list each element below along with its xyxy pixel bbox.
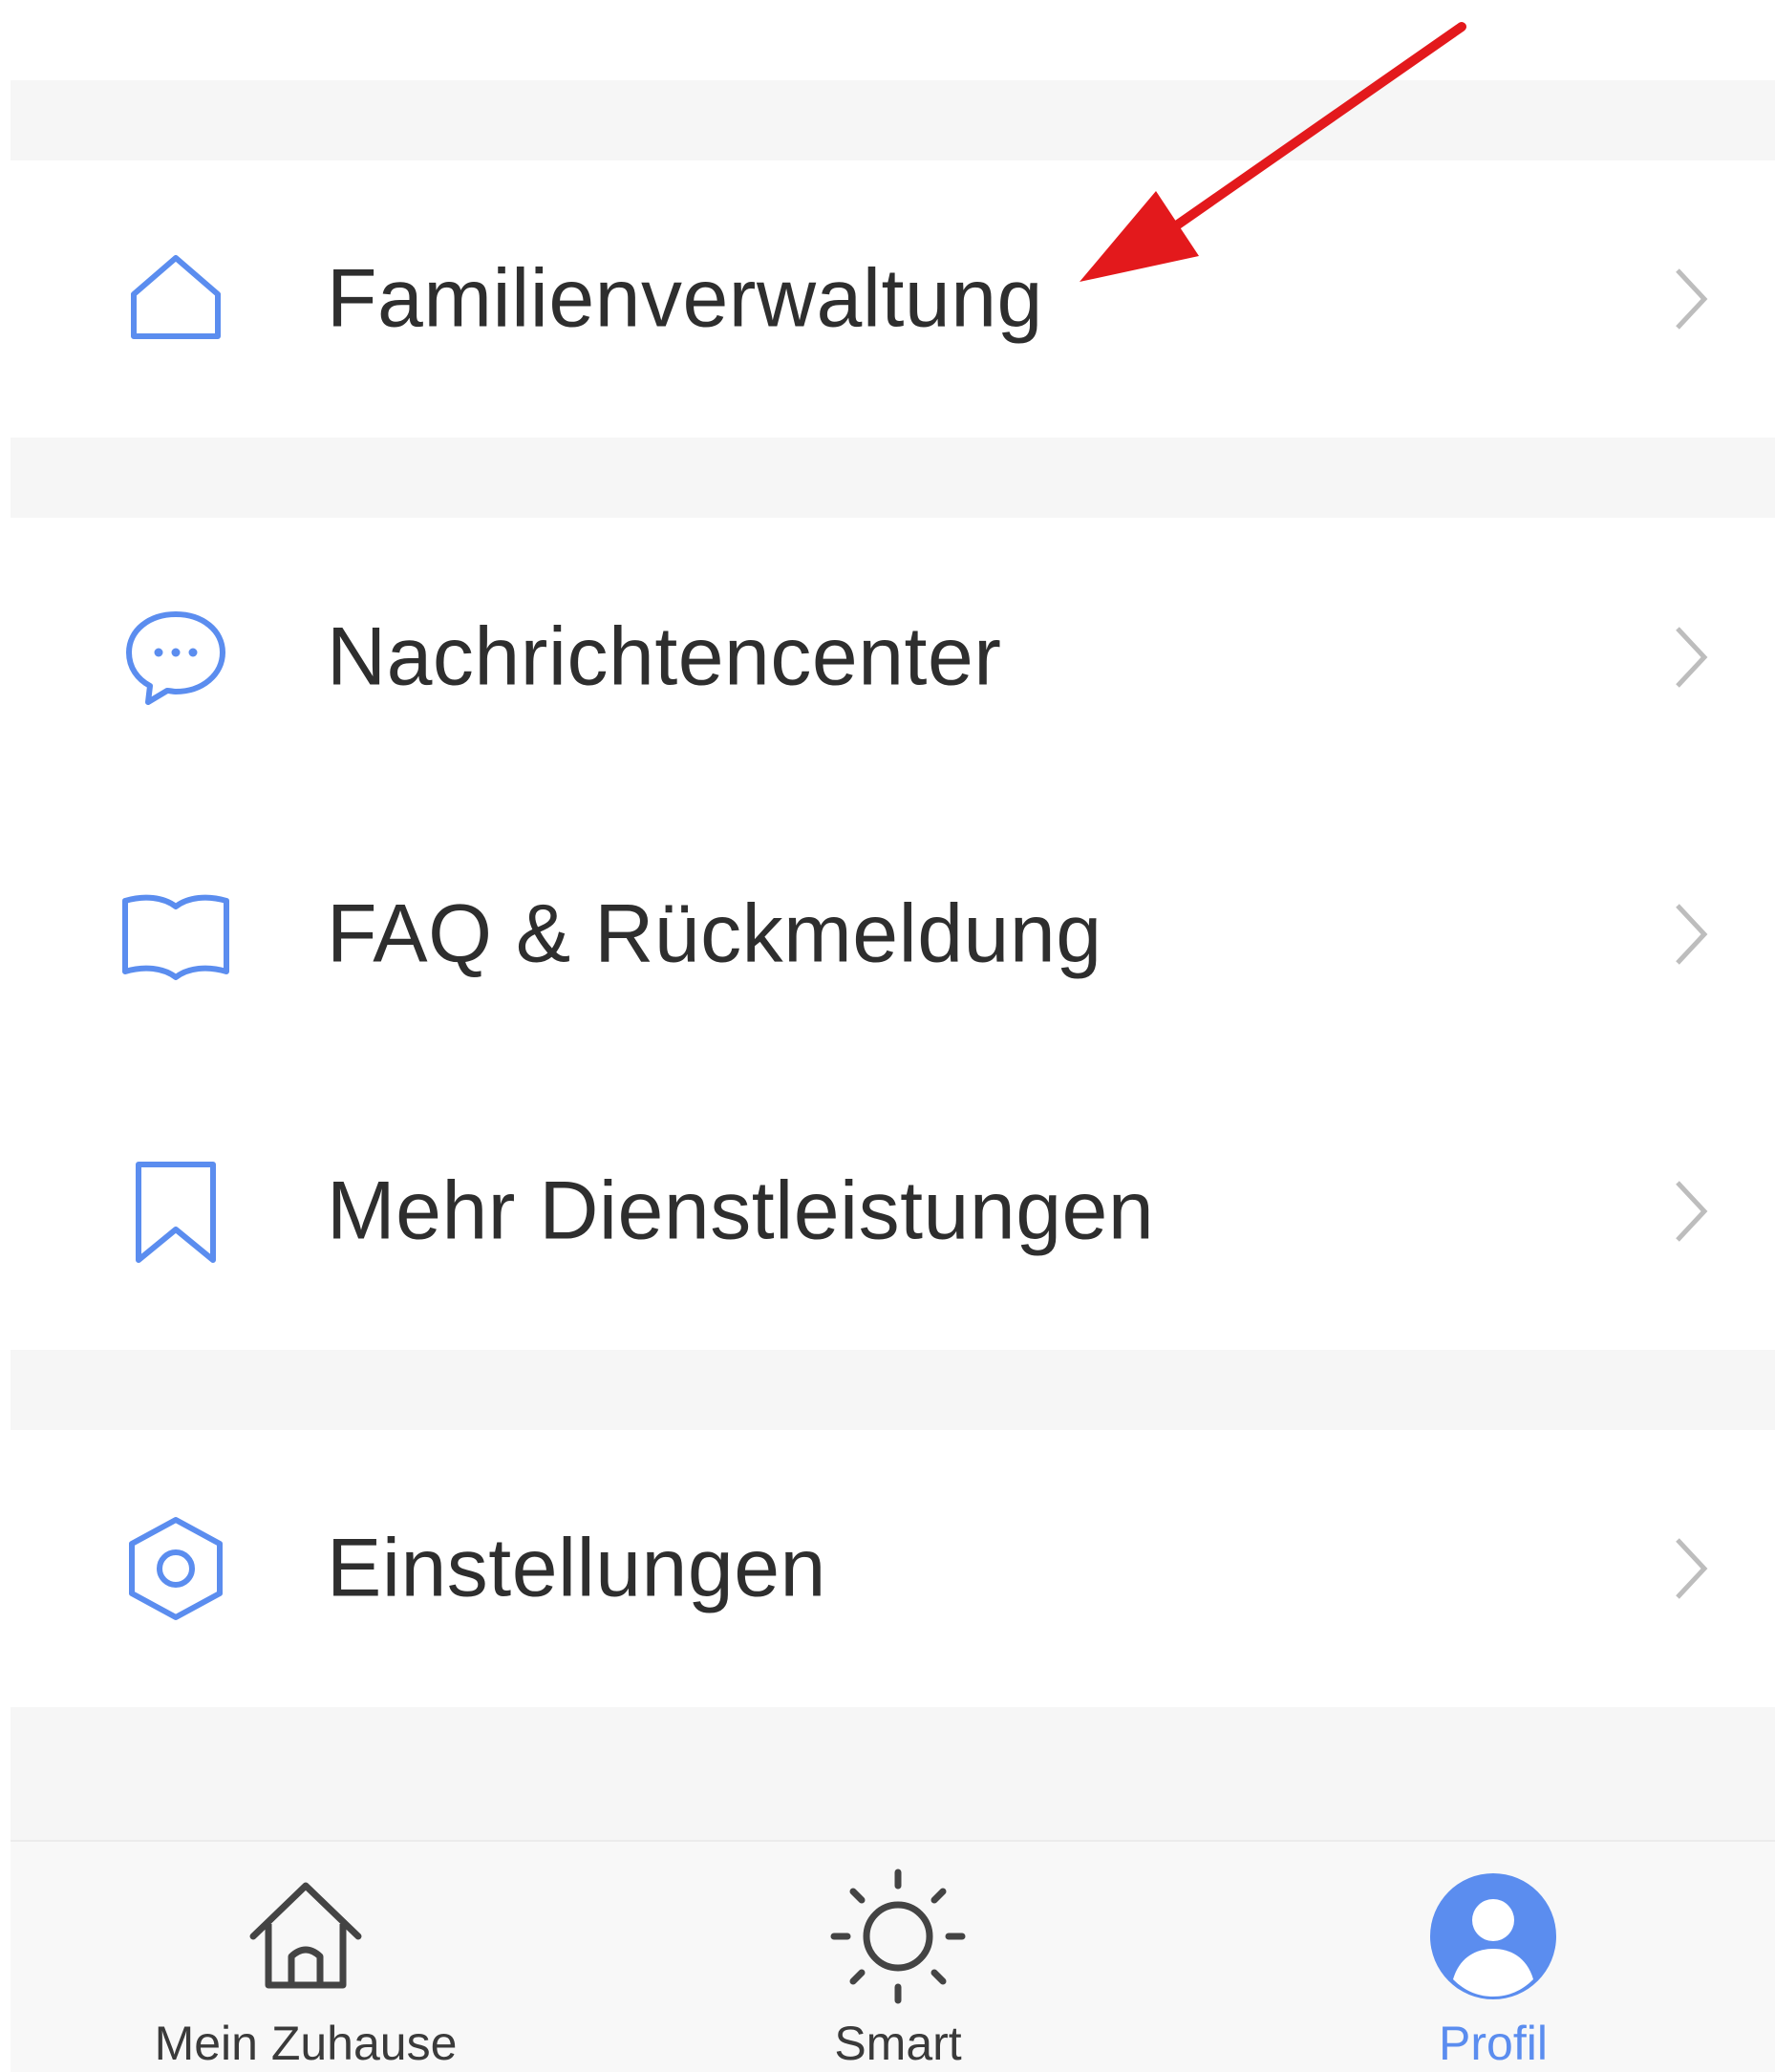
chevron-right-icon bbox=[1664, 261, 1718, 337]
tab-smart[interactable]: Smart bbox=[707, 1842, 1089, 2072]
menu-item-label: Einstellungen bbox=[327, 1522, 826, 1614]
tab-profil[interactable]: Profil bbox=[1302, 1842, 1684, 2072]
section-separator bbox=[11, 1707, 1775, 1840]
tab-bar: Mein Zuhause Smart Profil bbox=[11, 1840, 1775, 2072]
menu-item-einstellungen[interactable]: Einstellungen bbox=[11, 1430, 1775, 1707]
book-open-icon bbox=[116, 874, 236, 994]
house-icon bbox=[234, 1865, 377, 2008]
section-separator bbox=[11, 438, 1775, 518]
user-circle-icon bbox=[1422, 1865, 1565, 2008]
tab-mein-zuhause[interactable]: Mein Zuhause bbox=[115, 1842, 497, 2072]
hexagon-settings-icon bbox=[116, 1508, 236, 1629]
tab-label: Profil bbox=[1439, 2017, 1548, 2070]
chevron-right-icon bbox=[1664, 896, 1718, 972]
chevron-right-icon bbox=[1664, 619, 1718, 695]
bookmark-icon bbox=[116, 1151, 236, 1271]
chevron-right-icon bbox=[1664, 1173, 1718, 1250]
home-outline-icon bbox=[116, 239, 236, 359]
chat-bubble-icon bbox=[116, 597, 236, 717]
tab-label: Mein Zuhause bbox=[154, 2017, 458, 2070]
menu-item-label: Familienverwaltung bbox=[327, 252, 1043, 345]
sun-icon bbox=[826, 1865, 970, 2008]
menu-item-faq[interactable]: FAQ & Rückmeldung bbox=[11, 796, 1775, 1073]
menu-item-familienverwaltung[interactable]: Familienverwaltung bbox=[11, 160, 1775, 438]
tab-label: Smart bbox=[834, 2017, 962, 2070]
chevron-right-icon bbox=[1664, 1530, 1718, 1607]
section-separator bbox=[11, 80, 1775, 160]
menu-item-nachrichtencenter[interactable]: Nachrichtencenter bbox=[11, 518, 1775, 796]
menu-item-label: FAQ & Rückmeldung bbox=[327, 887, 1102, 980]
menu-item-label: Nachrichtencenter bbox=[327, 610, 1002, 702]
menu-item-mehr-dienstleistungen[interactable]: Mehr Dienstleistungen bbox=[11, 1073, 1775, 1350]
section-separator bbox=[11, 1350, 1775, 1430]
menu-item-label: Mehr Dienstleistungen bbox=[327, 1164, 1155, 1257]
